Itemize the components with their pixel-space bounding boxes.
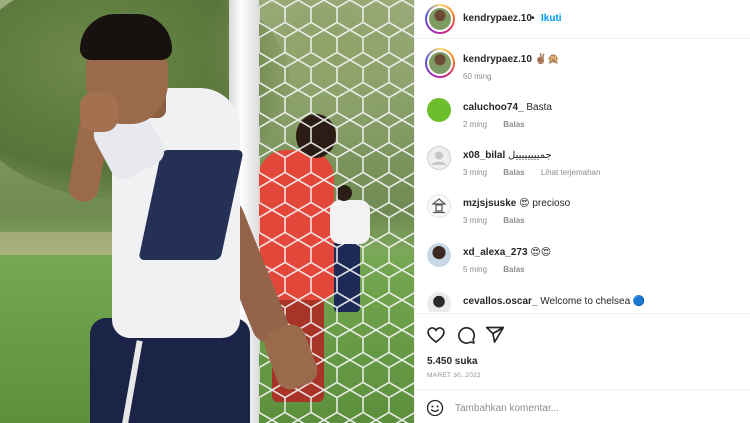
reply-button[interactable]: Balas	[503, 265, 524, 274]
comments-list[interactable]: kendrypaez.10 ✌🏽🙊 60 ming caluchoo74_ Ba…	[415, 40, 750, 312]
smiley-icon[interactable]	[426, 399, 444, 417]
reply-button[interactable]: Balas	[503, 168, 524, 177]
header-avatar[interactable]	[425, 4, 455, 34]
follow-button[interactable]: Ikuti	[541, 13, 562, 24]
commenter-avatar[interactable]	[427, 243, 451, 267]
caption-text: ✌🏽🙊	[534, 54, 560, 65]
comment-time: 3 ming	[463, 168, 488, 177]
comment-text: 😍 precioso	[519, 198, 571, 209]
add-comment-bar	[415, 389, 750, 423]
comment-time: 2 ming	[463, 120, 488, 129]
caption-avatar[interactable]	[425, 48, 455, 78]
comment-text: Welcome to chelsea 🔵	[540, 296, 646, 307]
heart-icon[interactable]	[426, 325, 446, 345]
share-icon[interactable]	[485, 325, 505, 345]
caption-time: 60 ming	[463, 72, 492, 81]
comment-time: 3 ming	[463, 216, 488, 225]
comment-text: 😍😍	[530, 247, 552, 258]
post-actions: 5.450 suka MARET 30, 2022	[415, 313, 750, 423]
player-hair	[80, 14, 172, 60]
header-username[interactable]: kendrypaez.10	[463, 13, 532, 24]
peace-sign-hand	[80, 92, 118, 132]
comment-username[interactable]: mzjsjsuske	[463, 198, 516, 209]
reply-button[interactable]: Balas	[503, 216, 524, 225]
post-photo[interactable]	[0, 0, 414, 423]
reply-button[interactable]: Balas	[503, 120, 524, 129]
post-side-panel: kendrypaez.10 • Ikuti kendrypaez.10 ✌🏽🙊 …	[414, 0, 750, 423]
post-date: MARET 30, 2022	[427, 372, 481, 379]
comment-icon[interactable]	[456, 325, 476, 345]
comment-time: 5 ming	[463, 265, 488, 274]
comment-username[interactable]: caluchoo74_	[463, 102, 524, 113]
comment-username[interactable]: xd_alexa_273	[463, 247, 528, 258]
default-avatar-icon	[427, 146, 451, 170]
translate-link[interactable]: Lihat terjemahan	[541, 168, 601, 177]
caption-username[interactable]: kendrypaez.10	[463, 54, 532, 65]
comment-text: جمييييييييل	[508, 150, 552, 161]
likes-count[interactable]: 5.450 suka	[427, 356, 478, 367]
post-header: kendrypaez.10 • Ikuti	[415, 0, 750, 39]
commenter-avatar[interactable]	[427, 98, 451, 122]
commenter-avatar[interactable]	[427, 146, 451, 170]
comment-username[interactable]: x08_bilal	[463, 150, 505, 161]
comment-username[interactable]: cevallos.oscar_	[463, 296, 538, 307]
commenter-avatar[interactable]	[427, 292, 451, 312]
separator-dot: •	[531, 13, 535, 24]
commenter-avatar[interactable]	[427, 194, 451, 218]
comment-input[interactable]	[455, 398, 735, 418]
emblem-icon	[431, 198, 447, 214]
comment-text: Basta	[526, 102, 552, 113]
